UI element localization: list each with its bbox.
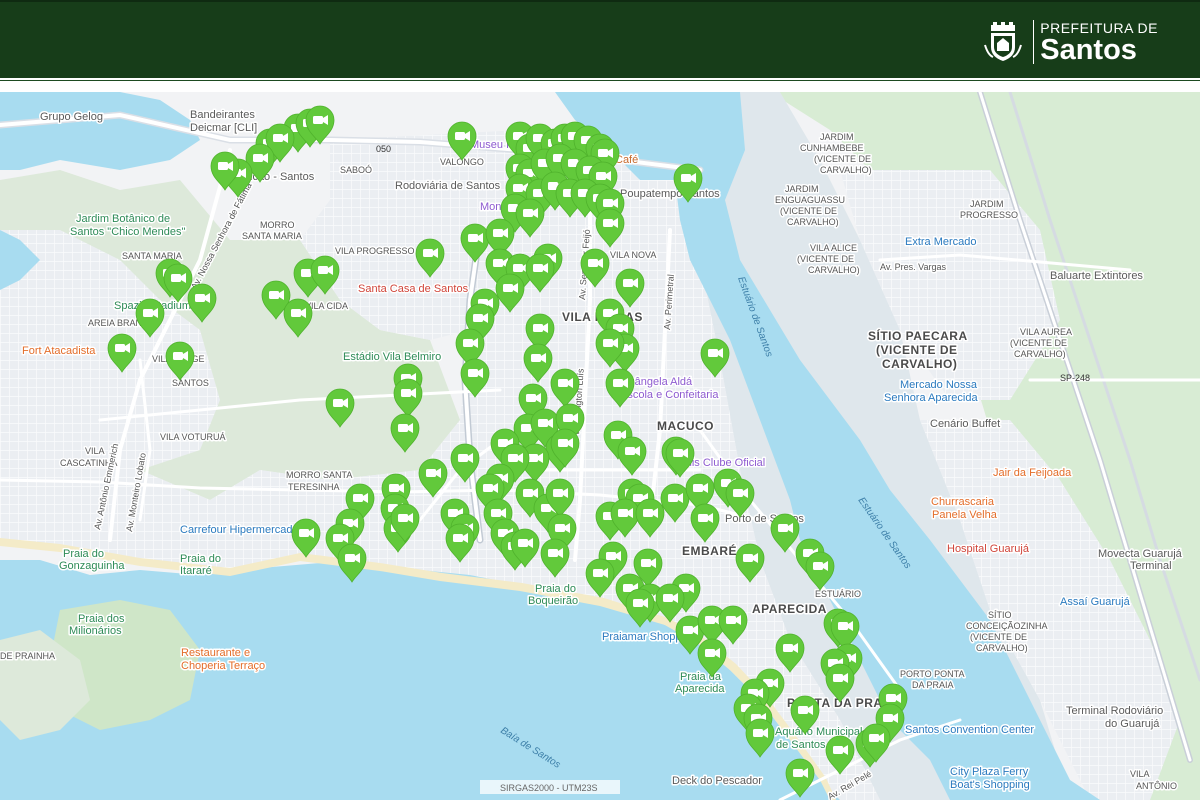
- district-label: VILA: [85, 446, 105, 456]
- district-label: VILA: [1130, 769, 1150, 779]
- district-label: (VICENTE DE: [970, 632, 1027, 642]
- poi-label: Gonzaguinha: [59, 560, 125, 572]
- district-label: VILA PROGRESSO: [335, 246, 415, 256]
- district-label: JARDIM: [820, 132, 854, 142]
- poi-label: Grupo Gelog: [40, 111, 103, 123]
- poi-label: Boat's Shopping: [950, 779, 1030, 791]
- poi-label: Praia do: [535, 583, 576, 595]
- district-label: ESTUÁRIO: [815, 589, 861, 599]
- poi-label: Churrascaria: [931, 496, 995, 508]
- poi-label: Santos Convention Center: [905, 724, 1034, 736]
- district-label: VILA ALICE: [810, 243, 857, 253]
- district-label: PROGRESSO: [960, 210, 1018, 220]
- district-label: CARVALHO): [1014, 349, 1066, 359]
- district-label: PORTO PONTA: [900, 669, 965, 679]
- district-label: CARVALHO): [787, 217, 839, 227]
- poi-label: Extra Mercado: [905, 236, 977, 248]
- poi-label: Rodoviária de Santos: [395, 180, 501, 192]
- poi-label: Praia do: [63, 548, 104, 560]
- district-label: EMBARÉ: [682, 543, 737, 558]
- poi-label: Estádio Vila Belmiro: [343, 351, 441, 363]
- highway-shield: 050: [376, 144, 391, 154]
- road-label: Av. Pres. Vargas: [880, 262, 947, 272]
- district-label: CARVALHO): [882, 357, 957, 371]
- district-label: (VICENTE DE: [797, 254, 854, 264]
- poi-label: Senhora Aparecida: [884, 392, 978, 404]
- district-label: VILA NOVA: [610, 250, 656, 260]
- poi-label: Hospital Guarujá: [947, 543, 1030, 555]
- poi-label: Itararé: [180, 565, 212, 577]
- poi-label: Aparecida: [675, 683, 725, 695]
- poi-label: Terminal: [1130, 560, 1172, 572]
- header-separator: [0, 80, 1200, 81]
- poi-label: Milionários: [69, 625, 122, 637]
- district-label: MORRO SANTA: [286, 470, 352, 480]
- logo-divider: [1033, 20, 1035, 64]
- brand-text: PREFEITURA DE Santos: [1040, 20, 1158, 66]
- poi-label: Escola e Confeitaria: [620, 389, 719, 401]
- poi-label: Movecta Guarujá: [1098, 548, 1183, 560]
- poi-label: Poupatempo Santos: [620, 188, 720, 200]
- coat-of-arms-icon: [984, 22, 1023, 61]
- district-label: DA PRAIA: [912, 680, 954, 690]
- district-label: CONCEIÇÃOZINHA: [966, 621, 1048, 631]
- district-label: VILA VOTURUÁ: [160, 432, 226, 442]
- highway-shield: SP-248: [1060, 373, 1090, 383]
- poi-label: Santa Casa de Santos: [358, 283, 469, 295]
- district-label: CARVALHO): [820, 165, 872, 175]
- camera-map[interactable]: Grupo Gelog Bandeirantes Deicmar [CLI] l…: [0, 92, 1200, 800]
- district-label: DE PRAINHA: [0, 651, 55, 661]
- poi-label: Santos "Chico Mendes": [70, 226, 186, 238]
- poi-label: Choperia Terraço: [181, 660, 265, 672]
- poi-label: Baluarte Extintores: [1050, 270, 1143, 282]
- district-label: CARVALHO): [808, 265, 860, 275]
- district-label: SANTOS: [172, 378, 209, 388]
- poi-label: City Plaza Ferry: [950, 766, 1029, 778]
- top-header: PREFEITURA DE Santos: [0, 0, 1200, 78]
- poi-label: Bandeirantes: [190, 109, 255, 121]
- district-label: MACUCO: [657, 419, 714, 433]
- poi-label: Fort Atacadista: [22, 345, 96, 357]
- district-label: (VICENTE DE: [814, 154, 871, 164]
- district-label: (VICENTE DE: [780, 206, 837, 216]
- district-label: TERESINHA: [288, 482, 340, 492]
- district-label: ENGUAGUASSU: [775, 195, 845, 205]
- district-label: SABOÓ: [340, 165, 372, 175]
- poi-label: Jair da Feijoada: [993, 467, 1072, 479]
- poi-label: do Guarujá: [1105, 718, 1160, 730]
- poi-label: Terminal Rodoviário: [1066, 705, 1163, 717]
- poi-label: Deck do Pescador: [672, 775, 762, 787]
- district-label: MORRO: [260, 220, 295, 230]
- district-label: (VICENTE DE: [876, 343, 958, 357]
- poi-label: Restaurante e: [181, 647, 250, 659]
- poi-label: Praia dos: [78, 613, 125, 625]
- poi-label: Jardim Botânico de: [76, 213, 170, 225]
- district-label: SÍTIO PAECARA: [868, 328, 968, 343]
- poi-label: Panela Velha: [932, 509, 998, 521]
- map-canvas[interactable]: Grupo Gelog Bandeirantes Deicmar [CLI] l…: [0, 92, 1200, 800]
- poi-label: Mercado Nossa: [900, 379, 978, 391]
- district-label: SANTA MARIA: [242, 231, 302, 241]
- district-label: VILA AUREA: [1020, 327, 1072, 337]
- district-label: ANTÔNIO: [1136, 781, 1177, 791]
- poi-label: Assaí Guarujá: [1060, 596, 1131, 608]
- poi-label: Cenário Buffet: [930, 418, 1000, 430]
- district-label: CARVALHO): [976, 643, 1028, 653]
- district-label: JARDIM: [970, 199, 1004, 209]
- district-label: APARECIDA: [752, 602, 827, 616]
- poi-label: Aquário Municipal: [775, 726, 862, 738]
- district-label: SÍTIO: [988, 610, 1012, 620]
- district-label: (VICENTE DE: [1010, 338, 1067, 348]
- poi-label: Boqueirão: [528, 595, 578, 607]
- district-label: JARDIM: [785, 184, 819, 194]
- prefeitura-logo[interactable]: PREFEITURA DE Santos: [983, 20, 1158, 66]
- scale-text: SIRGAS2000 - UTM23S: [500, 783, 598, 793]
- brand-line2: Santos: [1040, 34, 1137, 66]
- poi-label: Carrefour Hipermercado: [180, 524, 299, 536]
- poi-label: de Santos: [776, 739, 826, 751]
- poi-label: Deicmar [CLI]: [190, 122, 257, 134]
- district-label: CUNHAMBEBE: [800, 143, 864, 153]
- poi-label: Praia do: [180, 553, 221, 565]
